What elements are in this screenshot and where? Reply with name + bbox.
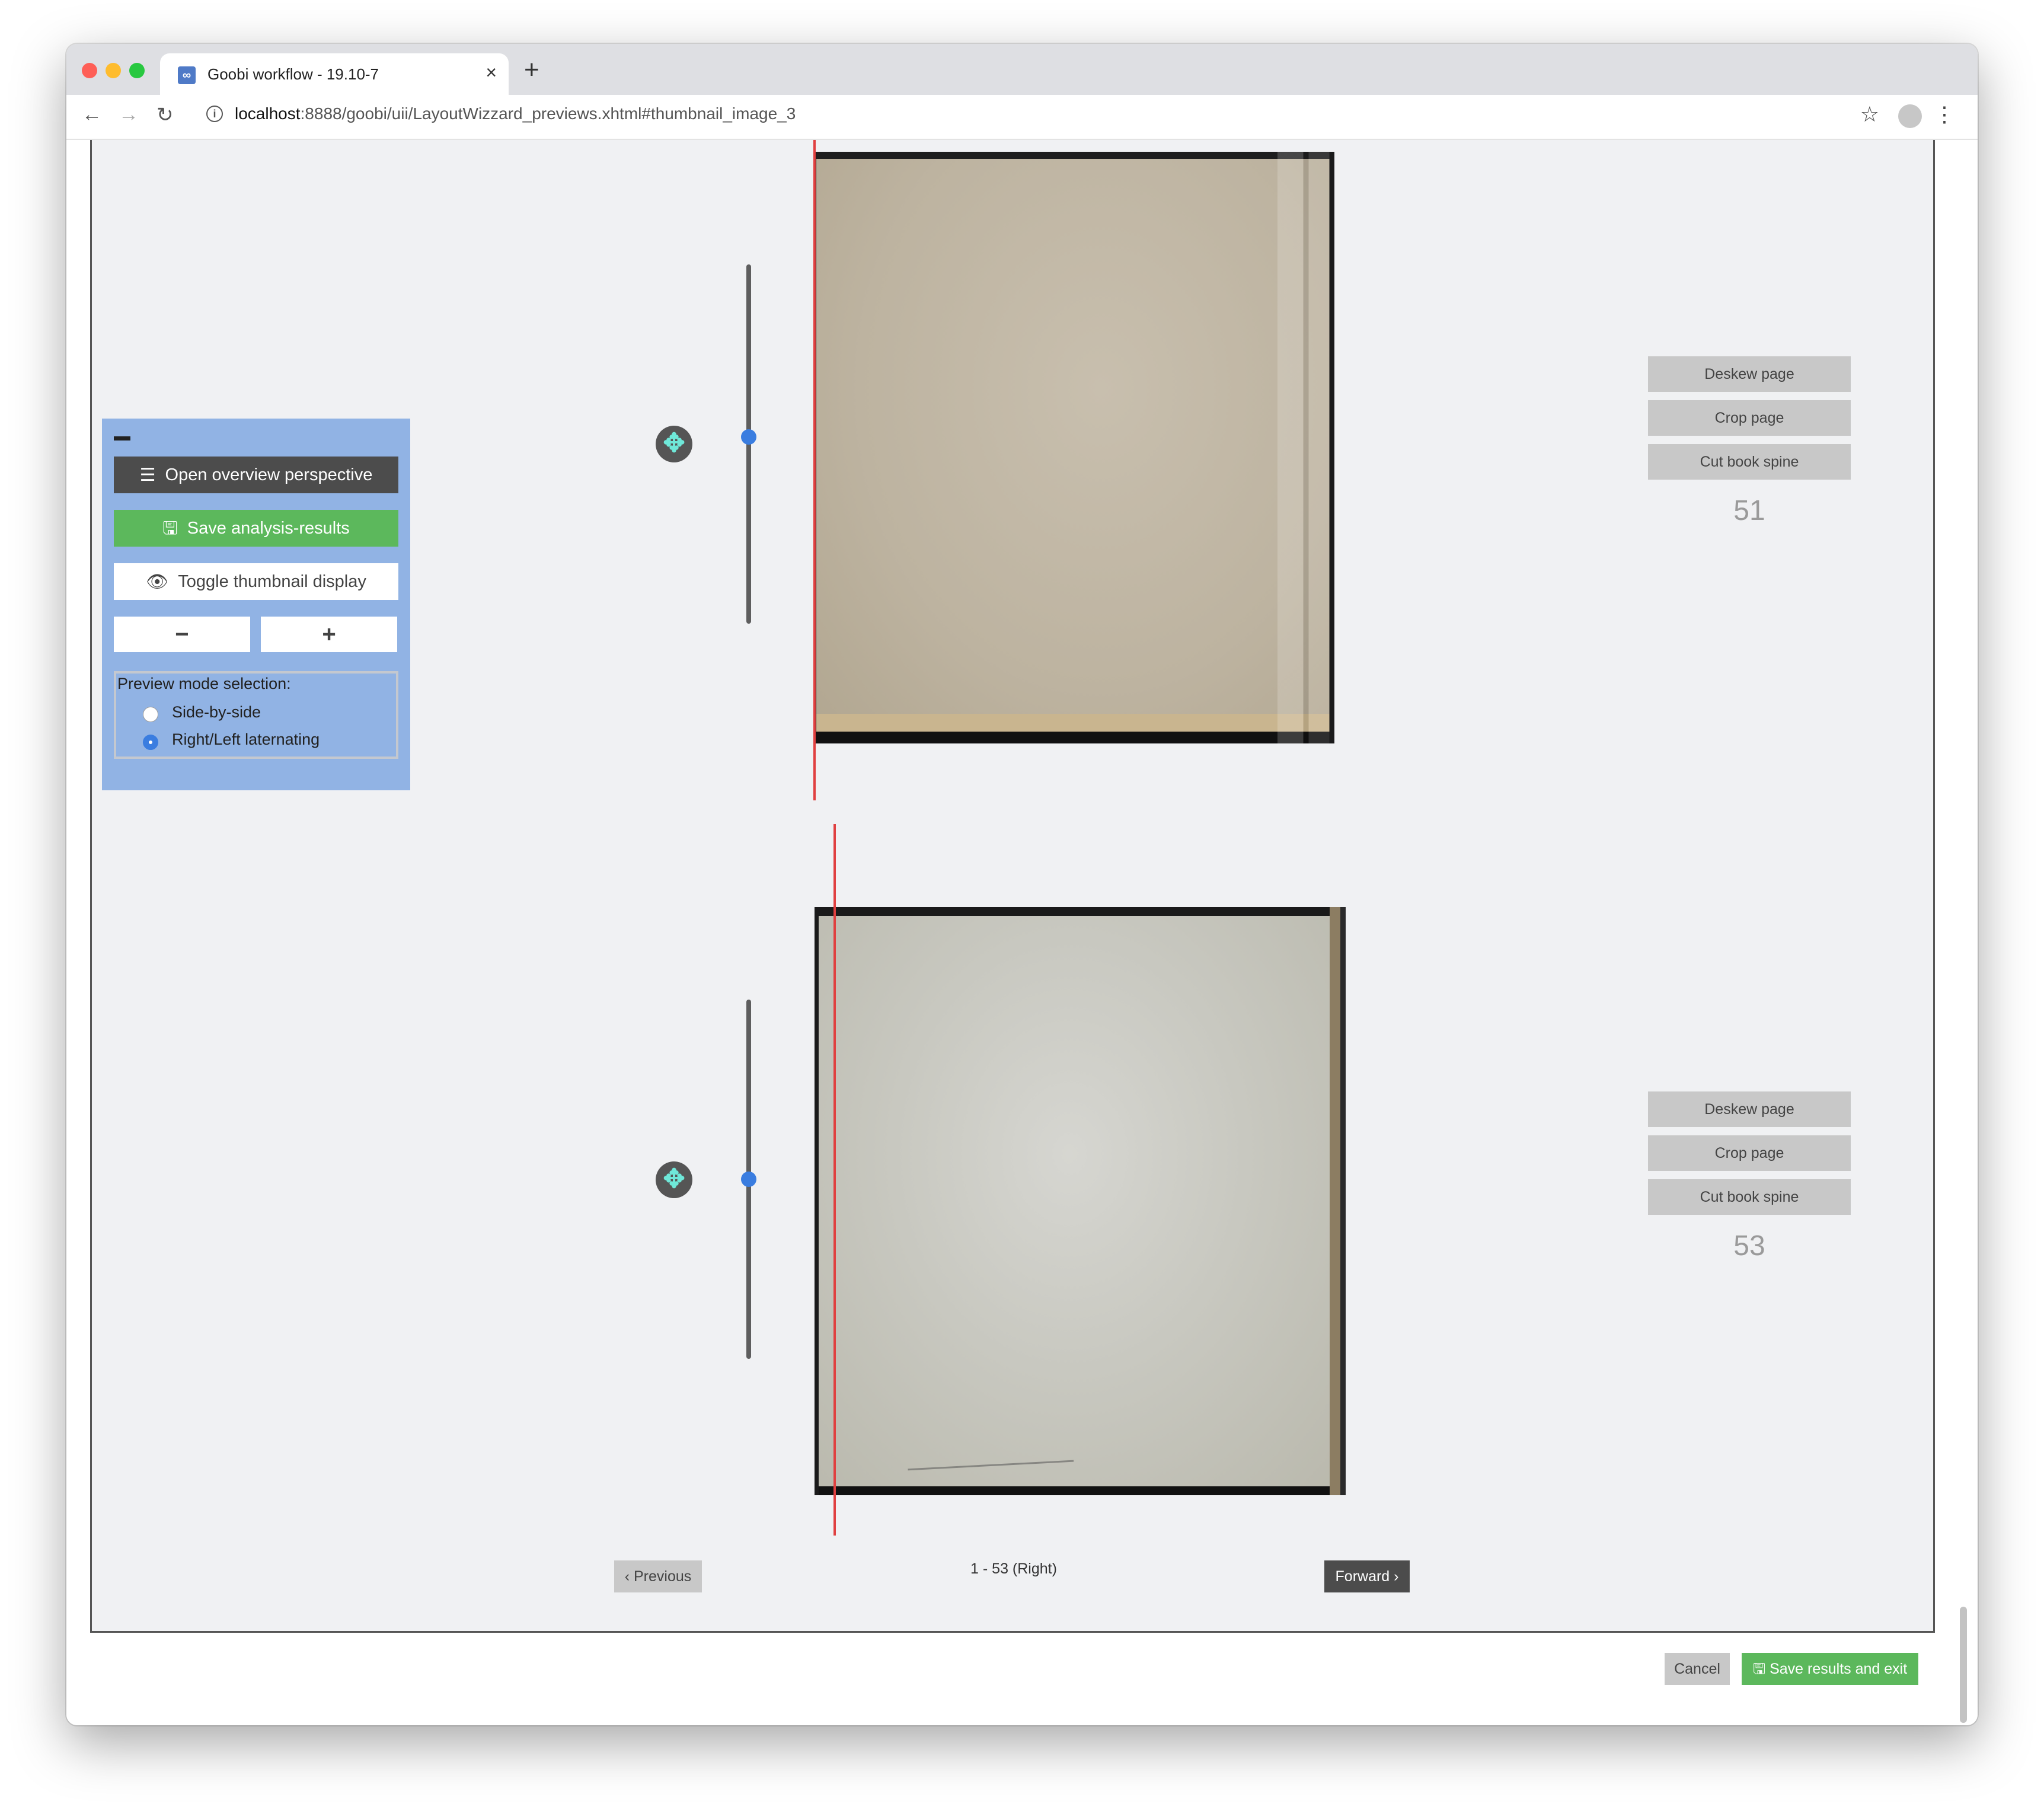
page-number: 53 <box>1733 1230 1765 1262</box>
open-overview-button[interactable]: ☰ Open overview perspective <box>114 457 398 493</box>
forward-icon[interactable]: → <box>119 103 139 126</box>
browser-tab[interactable]: ∞ Goobi workflow - 19.10-7 × <box>160 53 509 95</box>
forward-label: Forward <box>1335 1568 1390 1585</box>
cut-book-spine-button[interactable]: Cut book spine <box>1648 1179 1851 1215</box>
previous-button[interactable]: ‹ Previous <box>614 1560 702 1592</box>
page-image-53[interactable] <box>815 907 1346 1495</box>
cut-book-spine-button[interactable]: Cut book spine <box>1648 444 1851 480</box>
toggle-thumbnails-button[interactable]: 👁 Toggle thumbnail display <box>114 563 398 600</box>
book-spine-line[interactable] <box>813 140 816 800</box>
save-icon: 🖫 <box>162 519 178 539</box>
page-image-51[interactable] <box>815 152 1334 743</box>
minimize-window-button[interactable] <box>106 63 121 78</box>
url-host: localhost <box>235 104 301 123</box>
save-analysis-button[interactable]: 🖫 Save analysis-results <box>114 510 398 547</box>
collapse-sidebar-button[interactable] <box>114 436 130 441</box>
toggle-thumbnails-label: Toggle thumbnail display <box>178 572 366 591</box>
book-spine-line[interactable] <box>833 824 836 1536</box>
menu-icon[interactable]: ⋮ <box>1934 102 1955 127</box>
address-bar[interactable]: localhost:8888/goobi/uii/LayoutWizzard_p… <box>235 104 796 123</box>
side-by-side-label[interactable]: Side-by-side <box>172 703 261 722</box>
info-icon[interactable]: i <box>206 106 223 122</box>
reload-icon[interactable]: ↻ <box>157 103 174 127</box>
star-icon[interactable]: ☆ <box>1860 102 1879 127</box>
deskew-page-button[interactable]: Deskew page <box>1648 1091 1851 1127</box>
preview-mode-label: Preview mode selection: <box>117 675 291 692</box>
page-position-indicator: 1 - 53 (Right) <box>970 1560 1057 1577</box>
forward-button[interactable]: Forward › <box>1324 1560 1410 1592</box>
save-analysis-label: Save analysis-results <box>187 519 350 538</box>
move-icon[interactable]: ✥ <box>656 426 692 462</box>
right-left-alternating-label[interactable]: Right/Left laternating <box>172 730 320 749</box>
zoom-in-button[interactable]: + <box>261 617 397 652</box>
browser-toolbar: ← → ↻ i localhost:8888/goobi/uii/LayoutW… <box>66 95 1978 140</box>
cancel-button[interactable]: Cancel <box>1665 1653 1730 1685</box>
url-path: :8888/goobi/uii/LayoutWizzard_previews.x… <box>300 104 796 123</box>
list-icon: ☰ <box>139 465 156 486</box>
goobi-favicon-icon: ∞ <box>178 66 196 84</box>
back-icon[interactable]: ← <box>82 103 102 126</box>
side-by-side-radio[interactable] <box>143 707 158 722</box>
page-scrollbar[interactable] <box>1960 1607 1967 1723</box>
move-icon[interactable]: ✥ <box>656 1161 692 1198</box>
close-window-button[interactable] <box>82 63 97 78</box>
eye-icon: 👁 <box>146 572 169 592</box>
save-and-exit-label: Save results and exit <box>1770 1661 1908 1677</box>
open-overview-label: Open overview perspective <box>165 465 373 484</box>
page-number: 51 <box>1733 495 1765 526</box>
new-tab-icon[interactable]: + <box>524 57 539 83</box>
maximize-window-button[interactable] <box>129 63 145 78</box>
zoom-out-button[interactable]: − <box>114 617 250 652</box>
previous-label: Previous <box>634 1568 692 1585</box>
rotation-slider-handle[interactable] <box>741 1172 756 1187</box>
crop-page-button[interactable]: Crop page <box>1648 1135 1851 1171</box>
profile-icon[interactable] <box>1898 104 1922 128</box>
save-and-exit-button[interactable]: 🖫 Save results and exit <box>1742 1653 1918 1685</box>
deskew-page-button[interactable]: Deskew page <box>1648 356 1851 392</box>
right-left-alternating-radio[interactable] <box>143 735 158 750</box>
tab-bar: ∞ Goobi workflow - 19.10-7 × + <box>66 44 1978 95</box>
crop-page-button[interactable]: Crop page <box>1648 400 1851 436</box>
close-tab-icon[interactable]: × <box>486 62 497 84</box>
tab-title: Goobi workflow - 19.10-7 <box>207 65 379 83</box>
rotation-slider-handle[interactable] <box>741 429 756 445</box>
